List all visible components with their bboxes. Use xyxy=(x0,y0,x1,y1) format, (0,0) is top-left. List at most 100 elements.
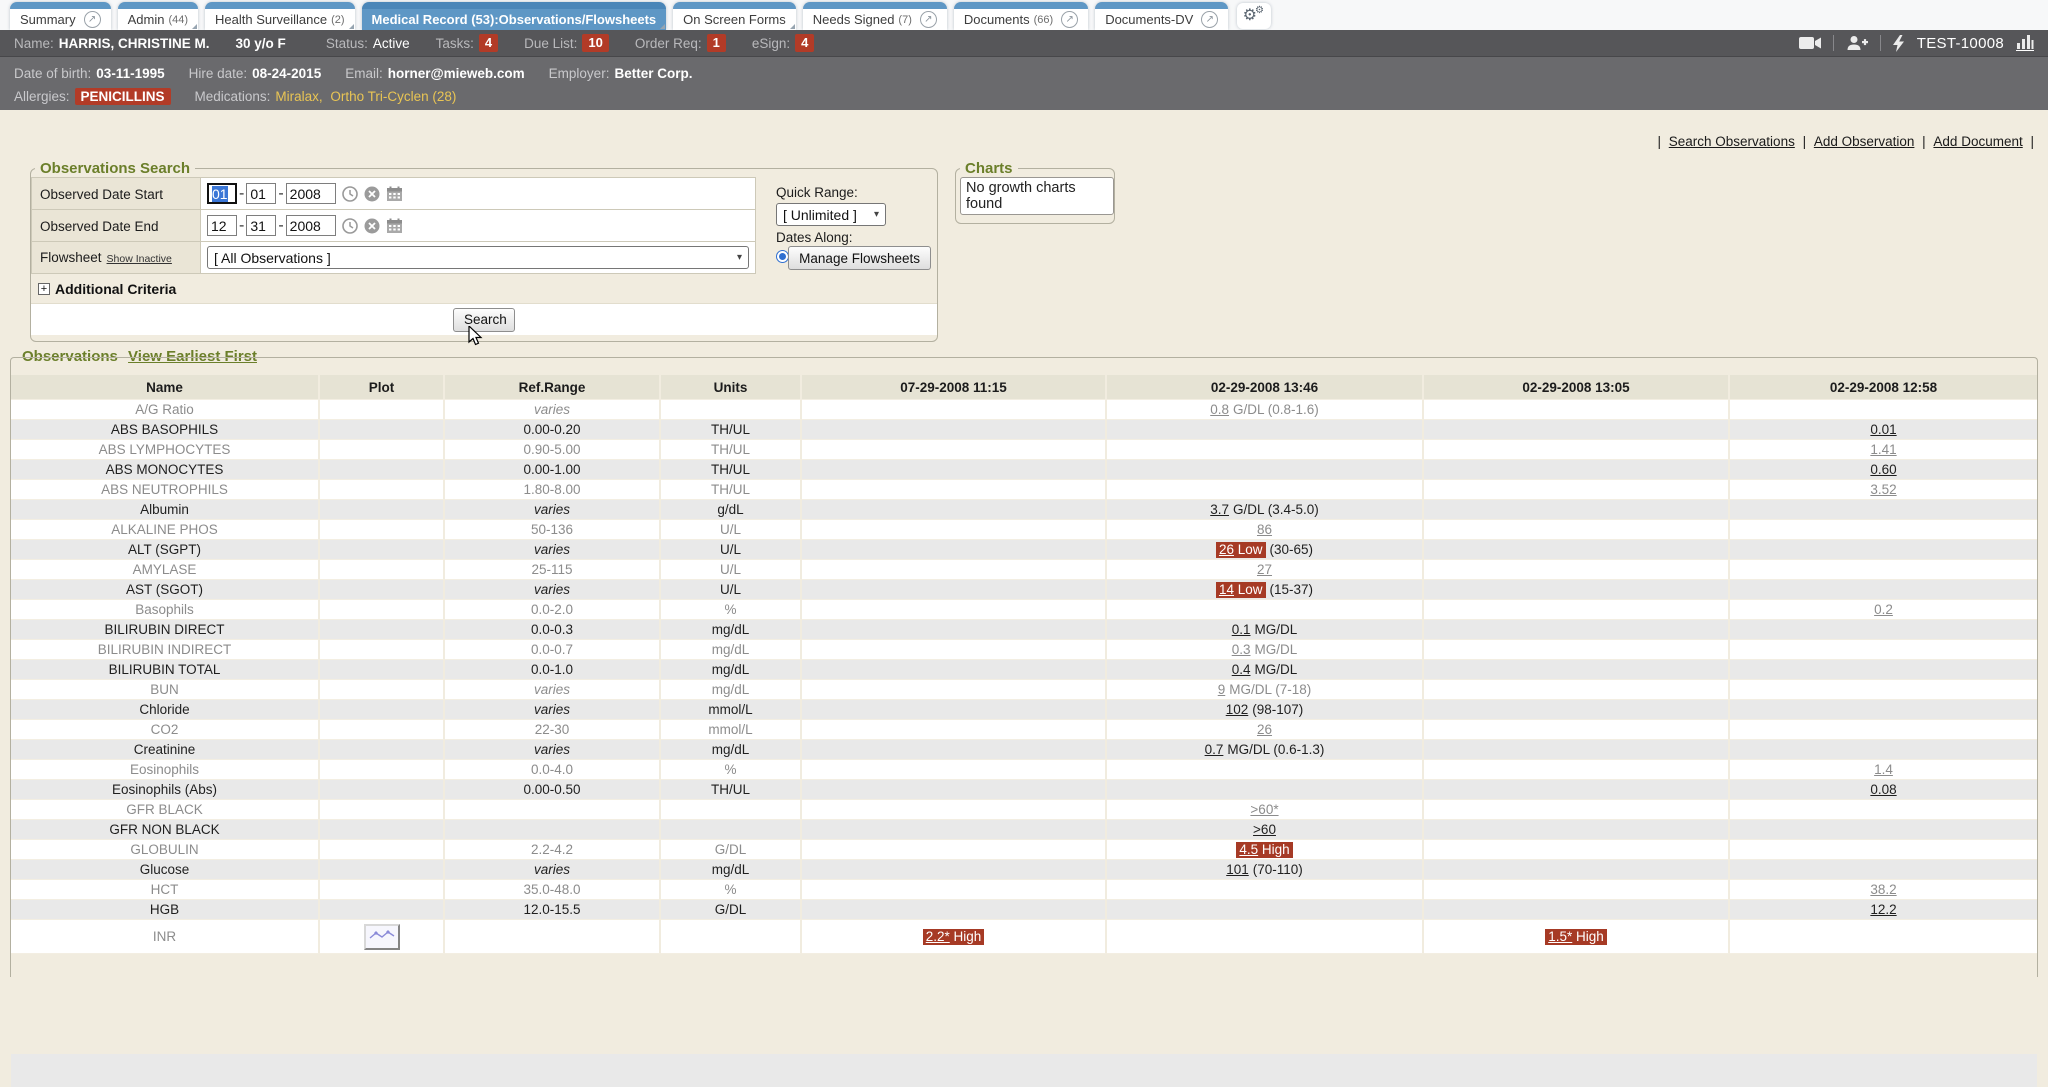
observation-value-link[interactable]: 12.2 xyxy=(1870,902,1896,917)
tab-settings[interactable]: ⚙⚙ xyxy=(1237,3,1271,29)
observation-value-link[interactable]: 0.4 xyxy=(1232,662,1251,677)
tab-medical-record-53-observations-flowsheets[interactable]: Medical Record (53):Observations/Flowshe… xyxy=(362,2,667,30)
observation-value-link[interactable]: 0.60 xyxy=(1870,462,1896,477)
order-req-badge[interactable]: 1 xyxy=(707,34,726,52)
observation-value-link[interactable]: >60* xyxy=(1250,802,1278,817)
value-cell xyxy=(1424,740,1730,760)
observation-value-link[interactable]: 27 xyxy=(1257,562,1272,577)
tab-documents[interactable]: Documents(66)↗ xyxy=(954,2,1088,30)
units: U/L xyxy=(661,580,802,600)
calendar-icon[interactable] xyxy=(386,186,403,202)
clear-date-icon[interactable] xyxy=(364,218,380,234)
observation-value-link[interactable]: 1.4 xyxy=(1874,762,1893,777)
value-cell xyxy=(1107,880,1424,900)
observation-value-link[interactable]: 86 xyxy=(1257,522,1272,537)
due-list-badge[interactable]: 10 xyxy=(582,34,608,52)
observation-value-link[interactable]: 0.3 xyxy=(1232,642,1251,657)
ref-range: 0.90-5.00 xyxy=(445,440,661,460)
tab-label: On Screen Forms xyxy=(683,12,786,27)
external-link-icon[interactable]: ↗ xyxy=(1061,11,1078,28)
tab-needs-signed[interactable]: Needs Signed(7)↗ xyxy=(803,2,947,30)
observation-value-link[interactable]: 4.5 xyxy=(1239,842,1258,857)
observation-value-link[interactable]: 14 xyxy=(1219,582,1234,597)
clear-date-icon[interactable] xyxy=(364,186,380,202)
search-button[interactable]: Search xyxy=(453,308,515,332)
external-link-icon[interactable]: ↗ xyxy=(1201,11,1218,28)
observation-value-link[interactable]: >60 xyxy=(1253,822,1276,837)
date-start-label: Observed Date Start xyxy=(31,177,201,210)
allergy-badge[interactable]: PENICILLINS xyxy=(75,88,171,105)
observation-value-link[interactable]: 3.7 xyxy=(1210,502,1229,517)
lightning-icon[interactable] xyxy=(1893,35,1905,52)
observation-value-link[interactable]: 0.08 xyxy=(1870,782,1896,797)
date-end-year-input[interactable]: 2008 xyxy=(286,215,336,236)
quick-range-select[interactable]: [ Unlimited ]▾ xyxy=(776,203,886,226)
clock-icon[interactable] xyxy=(342,218,358,234)
observation-value-link[interactable]: 26 xyxy=(1257,722,1272,737)
add-person-icon[interactable] xyxy=(1846,35,1868,51)
value-cell xyxy=(1424,780,1730,800)
video-camera-icon[interactable] xyxy=(1799,36,1821,50)
show-inactive-link[interactable]: Show Inactive xyxy=(107,253,172,265)
observation-name: Basophils xyxy=(11,600,320,620)
table-row: ABS NEUTROPHILS1.80-8.00TH/UL3.52 xyxy=(11,480,2037,500)
date-start-year-input[interactable]: 2008 xyxy=(286,183,336,204)
observation-value-link[interactable]: 26 xyxy=(1219,542,1234,557)
observation-value-link[interactable]: 0.01 xyxy=(1870,422,1896,437)
date-start-day-input[interactable]: 01 xyxy=(246,183,276,204)
date-end-day-input[interactable]: 31 xyxy=(246,215,276,236)
plot-sparkline-button[interactable] xyxy=(364,924,400,950)
value-cell xyxy=(802,740,1107,760)
medication-link[interactable]: Miralax xyxy=(275,89,319,104)
value-cell: 12.2 xyxy=(1730,900,2037,920)
medication-link[interactable]: Ortho Tri-Cyclen (28) xyxy=(330,89,456,104)
observation-name: GFR BLACK xyxy=(11,800,320,820)
units: mg/dL xyxy=(661,860,802,880)
esign-badge[interactable]: 4 xyxy=(795,34,814,52)
observation-value-link[interactable]: 3.52 xyxy=(1870,482,1896,497)
value-cell xyxy=(1424,820,1730,840)
external-link-icon[interactable]: ↗ xyxy=(84,11,101,28)
add-observation-link[interactable]: Add Observation xyxy=(1814,134,1915,149)
value-cell xyxy=(1730,800,2037,820)
units: G/DL xyxy=(661,900,802,920)
observation-value-link[interactable]: 1.41 xyxy=(1870,442,1896,457)
observation-value-link[interactable]: 9 xyxy=(1218,682,1226,697)
expand-plus-icon[interactable]: + xyxy=(38,283,50,295)
date-end-month-input[interactable]: 12 xyxy=(207,215,237,236)
search-observations-link[interactable]: Search Observations xyxy=(1669,134,1795,149)
date-start-month-input[interactable]: 01 xyxy=(207,183,237,204)
column-header: 02-29-2008 13:05 xyxy=(1424,375,1730,400)
tasks-badge[interactable]: 4 xyxy=(479,34,498,52)
plot-cell xyxy=(320,500,445,520)
tab-admin[interactable]: Admin(44) xyxy=(118,2,198,30)
medication-separator: , xyxy=(319,89,327,104)
tab-documents-dv[interactable]: Documents-DV↗ xyxy=(1095,2,1228,30)
observation-value-link[interactable]: 38.2 xyxy=(1870,882,1896,897)
growth-chart-icon[interactable] xyxy=(2016,35,2034,51)
value-cell xyxy=(802,480,1107,500)
value-cell xyxy=(1730,520,2037,540)
tab-health-surveillance[interactable]: Health Surveillance(2) xyxy=(205,2,354,30)
observation-value-link[interactable]: 2.2* xyxy=(926,929,950,944)
observation-value-link[interactable]: 0.7 xyxy=(1205,742,1224,757)
order-req-label: Order Req: xyxy=(635,36,702,51)
external-link-icon[interactable]: ↗ xyxy=(920,11,937,28)
observation-value-link[interactable]: 0.8 xyxy=(1210,402,1229,417)
email-value: horner@mieweb.com xyxy=(388,66,525,81)
observation-value-link[interactable]: 0.2 xyxy=(1874,602,1893,617)
observation-value-link[interactable]: 0.1 xyxy=(1232,622,1251,637)
add-document-link[interactable]: Add Document xyxy=(1933,134,2022,149)
observation-value-link[interactable]: 102 xyxy=(1226,702,1249,717)
calendar-icon[interactable] xyxy=(386,218,403,234)
value-cell xyxy=(1730,700,2037,720)
observation-name: Eosinophils (Abs) xyxy=(11,780,320,800)
clock-icon[interactable] xyxy=(342,186,358,202)
tab-summary[interactable]: Summary↗ xyxy=(10,2,111,30)
observation-value-link[interactable]: 101 xyxy=(1226,862,1249,877)
separator: | xyxy=(1658,134,1665,149)
manage-flowsheets-button[interactable]: Manage Flowsheets xyxy=(788,246,931,270)
flowsheet-select[interactable]: [ All Observations ]▾ xyxy=(207,246,749,269)
observation-value-link[interactable]: 1.5* xyxy=(1548,929,1572,944)
tab-on-screen-forms[interactable]: On Screen Forms xyxy=(673,2,796,30)
